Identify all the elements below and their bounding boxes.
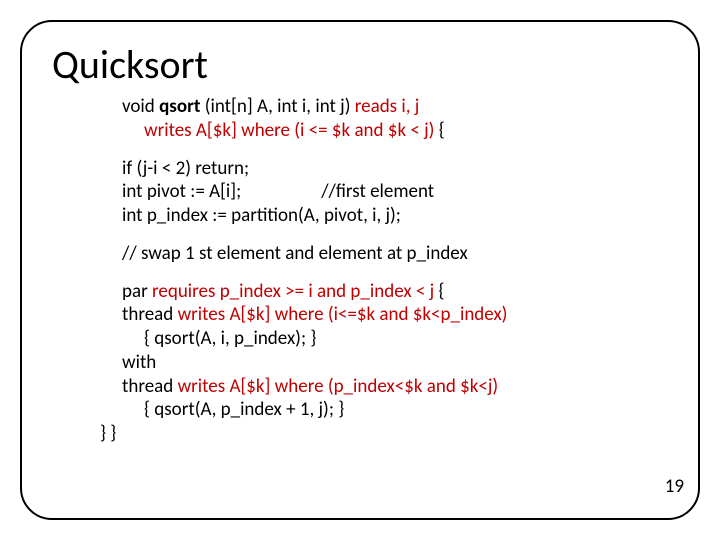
reads-clause: reads i, j xyxy=(355,95,420,118)
line-close: } } xyxy=(100,422,668,446)
params: (int[n] A, int i, int j) xyxy=(200,95,354,118)
fn-name: qsort xyxy=(159,95,200,118)
line-thread2-body: { qsort(A, p_index + 1, j); } xyxy=(122,398,668,422)
line-pivot: int pivot := A[i]; //first element xyxy=(122,180,668,204)
body-block-1: if (j-i < 2) return; int pivot := A[i]; /… xyxy=(122,157,668,228)
writes-clause: writes A[$k] where (i <= $k and $k < j) xyxy=(144,119,434,142)
open-brace: { xyxy=(434,119,444,142)
line-writes: writes A[$k] where (i <= $k and $k < j) … xyxy=(122,119,668,143)
slide-frame: Quicksort void qsort (int[n] A, int i, i… xyxy=(20,20,700,520)
kw-thread2: thread xyxy=(122,375,178,398)
pivot-assign: int pivot := A[i]; xyxy=(122,180,241,203)
thread1-writes: writes A[$k] where (i<=$k and $k<p_index… xyxy=(178,303,508,326)
swap-comment: // swap 1 st element and element at p_in… xyxy=(122,242,668,266)
line-signature: void qsort (int[n] A, int i, int j) read… xyxy=(122,95,668,119)
kw-par: par xyxy=(122,280,152,303)
par-open-brace: { xyxy=(434,280,444,303)
requires-clause: requires p_index >= i and p_index < j xyxy=(152,280,434,303)
line-thread2: thread writes A[$k] where (p_index<$k an… xyxy=(122,375,668,399)
thread2-writes: writes A[$k] where (p_index<$k and $k<j) xyxy=(178,375,499,398)
line-with: with xyxy=(122,351,668,375)
pivot-comment: //first element xyxy=(321,180,434,203)
line-thread1: thread writes A[$k] where (i<=$k and $k<… xyxy=(122,303,668,327)
par-block: par requires p_index >= i and p_index < … xyxy=(122,280,668,446)
line-par: par requires p_index >= i and p_index < … xyxy=(122,280,668,304)
page-number: 19 xyxy=(665,475,684,498)
kw-thread1: thread xyxy=(122,303,178,326)
line-thread1-body: { qsort(A, i, p_index); } xyxy=(122,327,668,351)
slide-title: Quicksort xyxy=(52,40,668,89)
kw-void: void xyxy=(122,95,159,118)
code-block: void qsort (int[n] A, int i, int j) read… xyxy=(52,95,668,446)
line-partition: int p_index := partition(A, pivot, i, j)… xyxy=(122,204,668,228)
line-if: if (j-i < 2) return; xyxy=(122,157,668,181)
